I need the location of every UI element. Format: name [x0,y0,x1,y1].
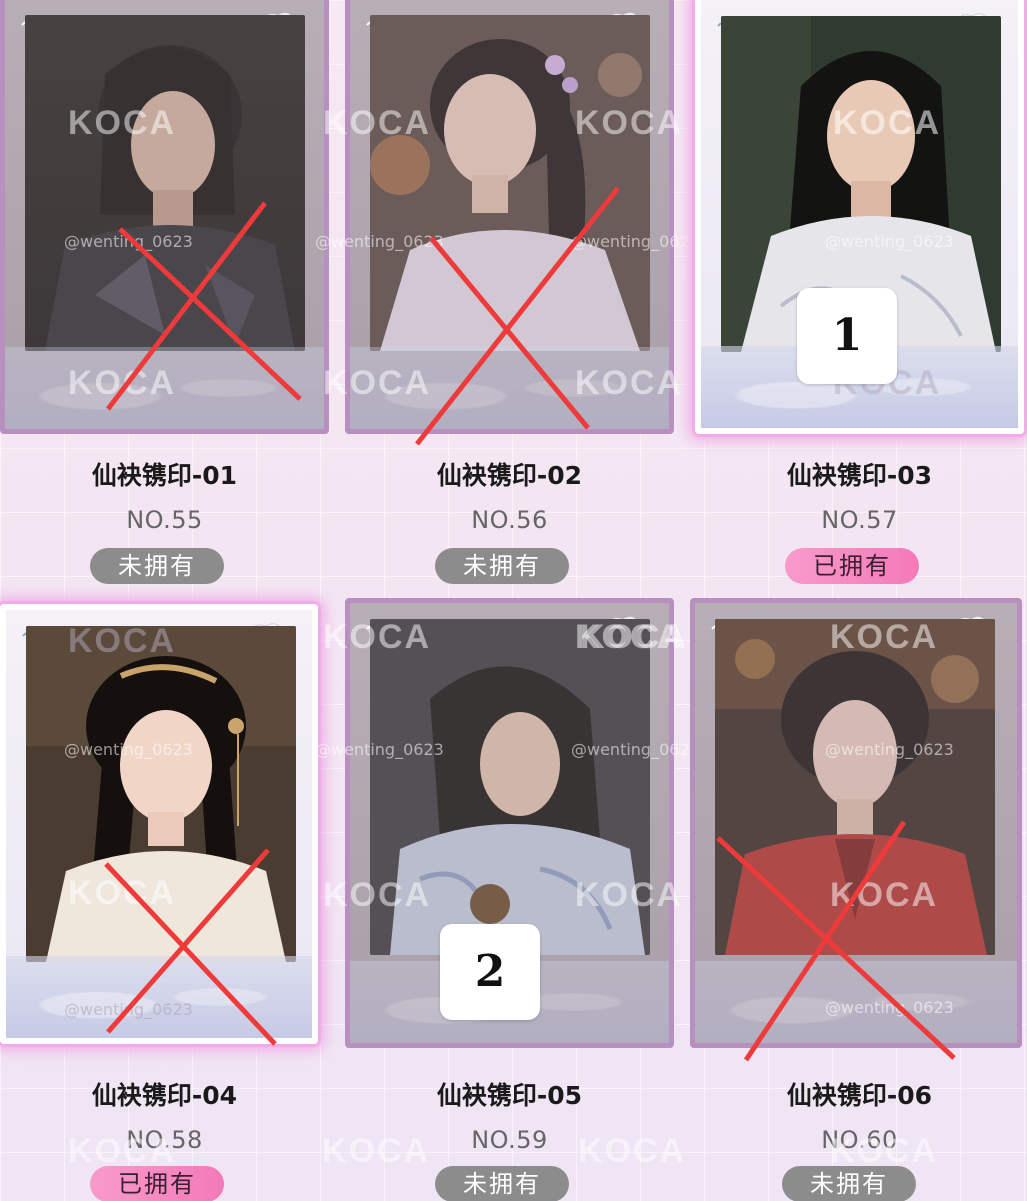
card-03[interactable]: KOCA KOCA @wenting_0623 1 仙袂镌印-03 NO.57 … [695,0,1024,584]
card-number: NO.58 [126,1126,203,1154]
card-04[interactable]: KOCA KOCA @wenting_0623 @wenting_0623 仙袂… [0,604,329,1201]
status-badge: 未拥有 [435,548,569,584]
card-title: 仙袂镌印-01 [91,461,238,490]
status-badge: 已拥有 [785,548,919,584]
status-badge: 未拥有 [435,1166,569,1201]
card-06[interactable]: KOCA KOCA KOCA @wenting_0623 @wenting_06… [580,598,1022,1201]
card-title: 仙袂镌印-04 [91,1081,238,1110]
card-photo [370,15,650,351]
card-decor-band [5,347,324,429]
card-number: NO.56 [471,506,548,534]
card-number: NO.60 [821,1126,898,1154]
card-photo [25,15,305,351]
card-frame [690,598,1022,1048]
card-decor-band [695,961,1017,1043]
marker-label-one: 1 [797,288,897,384]
status-badge: 未拥有 [782,1166,916,1201]
card-frame [0,604,318,1044]
card-frame [345,0,674,434]
card-decor-band [6,956,312,1038]
card-title: 仙袂镌印-05 [436,1081,583,1110]
card-photo [26,626,296,962]
card-photo [715,619,995,955]
card-05[interactable]: KOCA KOCA KOCA KOCA @wenting_0623 @wenti… [315,598,700,1201]
status-badge: 未拥有 [90,548,224,584]
status-badge: 已拥有 [90,1166,224,1201]
card-frame [0,0,329,434]
card-title: 仙袂镌印-06 [786,1081,933,1110]
card-decor-band [350,347,669,429]
marker-label-two: 2 [440,924,540,1020]
card-photo [370,619,650,955]
card-02[interactable]: KOCA KOCA KOCA KOCA @wenting_0623 @wenti… [315,0,700,584]
card-number: NO.55 [126,506,203,534]
card-01[interactable]: KOCA KOCA @wenting_0623 仙袂镌印-01 NO.55 未拥… [0,0,329,584]
card-title: 仙袂镌印-03 [786,461,933,490]
card-title: 仙袂镌印-02 [436,461,583,490]
card-number: NO.57 [821,506,898,534]
card-number: NO.59 [471,1126,548,1154]
